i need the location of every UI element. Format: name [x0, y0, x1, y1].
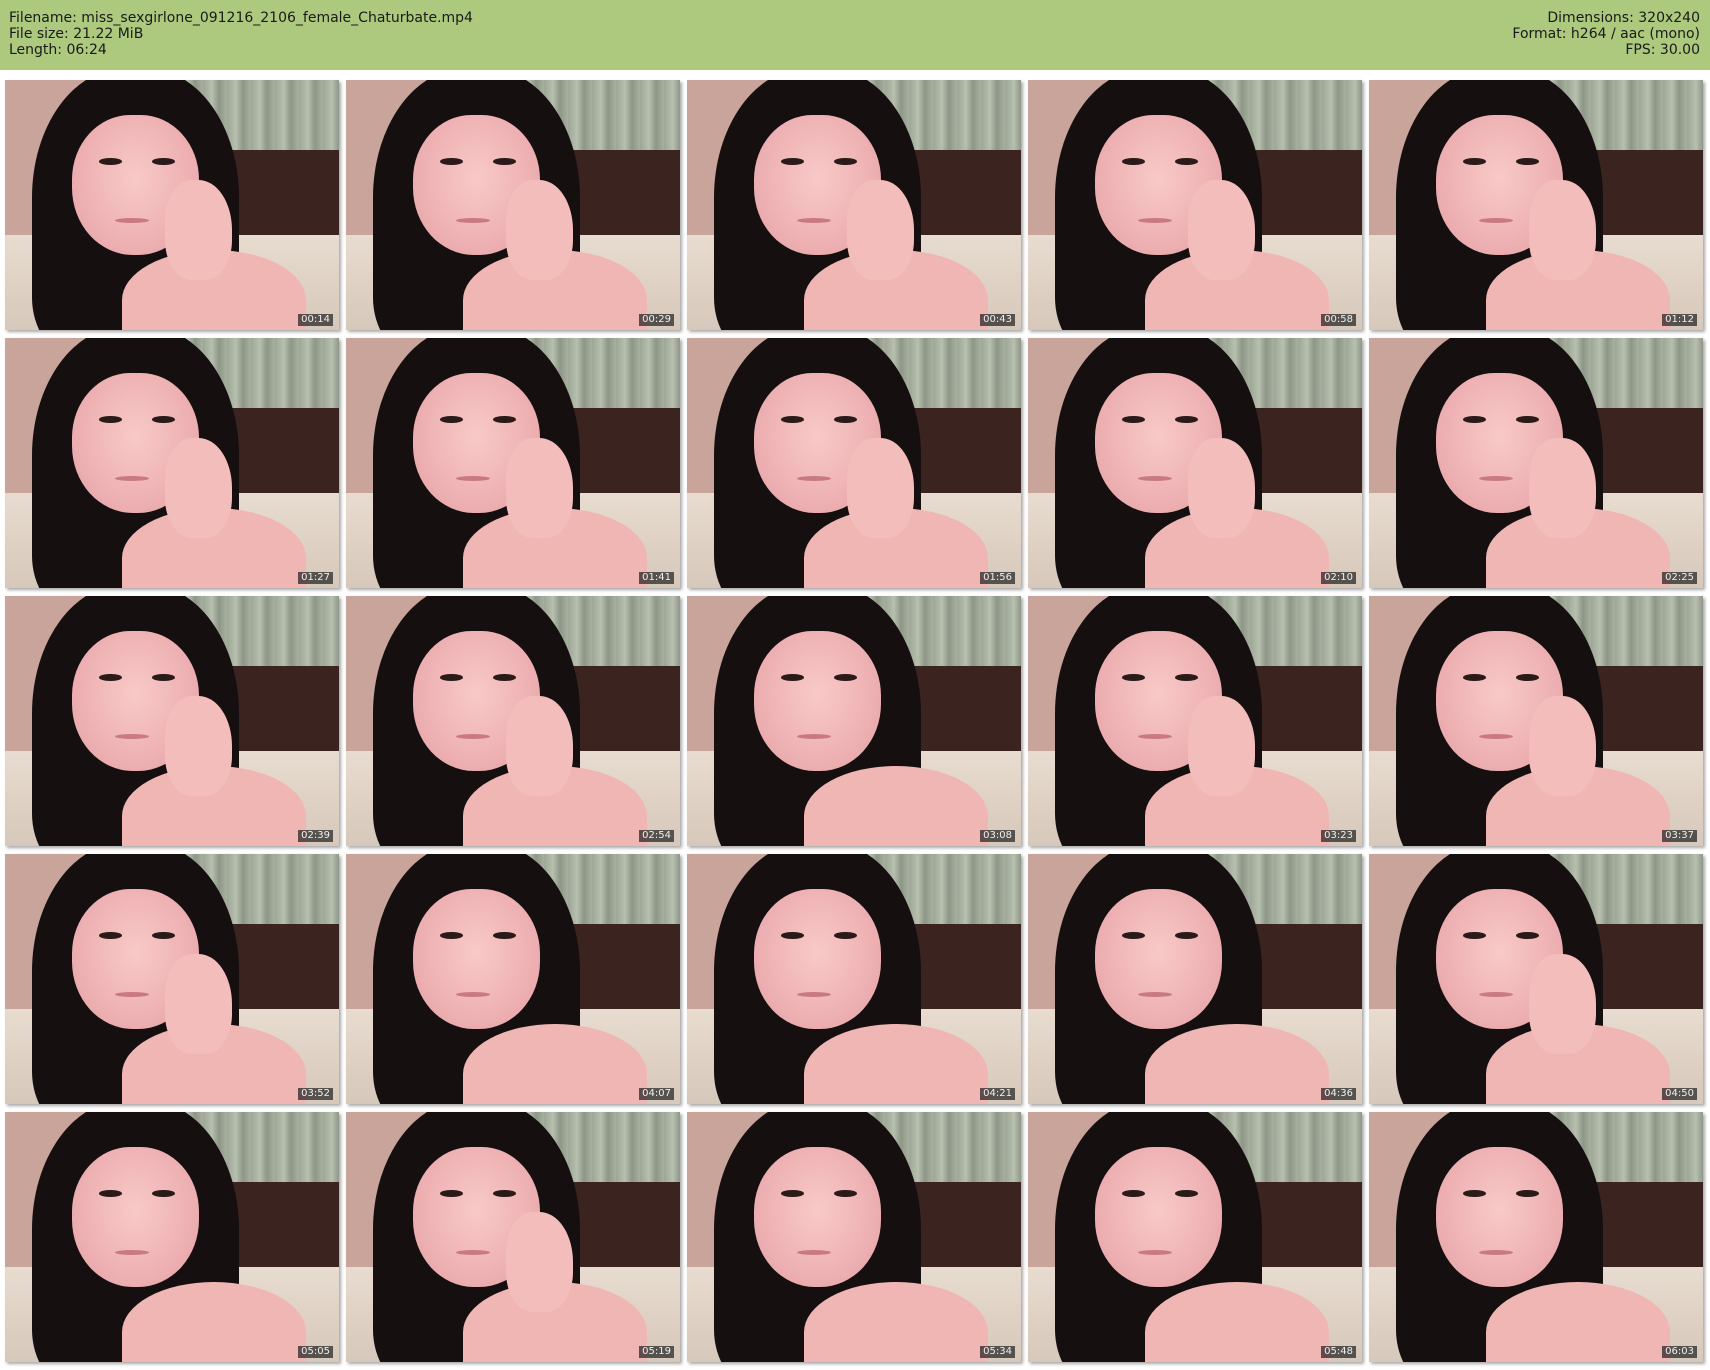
video-thumbnail[interactable]: 01:12: [1369, 80, 1703, 330]
video-thumbnail[interactable]: 00:14: [5, 80, 339, 330]
video-thumbnail[interactable]: 04:50: [1369, 854, 1703, 1104]
video-thumbnail[interactable]: 03:08: [687, 596, 1021, 846]
timestamp-label: 03:52: [298, 1088, 333, 1100]
video-thumbnail[interactable]: 02:54: [346, 596, 680, 846]
video-thumbnail[interactable]: 00:58: [1028, 80, 1362, 330]
timestamp-label: 02:39: [298, 830, 333, 842]
thumbnail-grid: 00:14 00:29 00:43 00:58 01:12 01:27 01:4…: [0, 0, 1710, 1370]
video-thumbnail[interactable]: 04:07: [346, 854, 680, 1104]
timestamp-label: 04:07: [639, 1088, 674, 1100]
video-thumbnail[interactable]: 00:43: [687, 80, 1021, 330]
video-thumbnail[interactable]: 06:03: [1369, 1112, 1703, 1362]
video-thumbnail[interactable]: 02:39: [5, 596, 339, 846]
video-thumbnail[interactable]: 00:29: [346, 80, 680, 330]
timestamp-label: 05:34: [980, 1346, 1015, 1358]
timestamp-label: 04:36: [1321, 1088, 1356, 1100]
timestamp-label: 05:05: [298, 1346, 333, 1358]
timestamp-label: 04:50: [1662, 1088, 1697, 1100]
timestamp-label: 00:29: [639, 314, 674, 326]
timestamp-label: 00:43: [980, 314, 1015, 326]
timestamp-label: 03:08: [980, 830, 1015, 842]
timestamp-label: 03:37: [1662, 830, 1697, 842]
video-thumbnail[interactable]: 03:23: [1028, 596, 1362, 846]
video-thumbnail[interactable]: 02:25: [1369, 338, 1703, 588]
video-thumbnail[interactable]: 05:48: [1028, 1112, 1362, 1362]
video-thumbnail[interactable]: 02:10: [1028, 338, 1362, 588]
timestamp-label: 02:54: [639, 830, 674, 842]
video-thumbnail[interactable]: 01:41: [346, 338, 680, 588]
timestamp-label: 00:58: [1321, 314, 1356, 326]
timestamp-label: 00:14: [298, 314, 333, 326]
timestamp-label: 05:19: [639, 1346, 674, 1358]
video-thumbnail[interactable]: 01:27: [5, 338, 339, 588]
video-thumbnail[interactable]: 05:19: [346, 1112, 680, 1362]
video-thumbnail[interactable]: 04:21: [687, 854, 1021, 1104]
timestamp-label: 01:27: [298, 572, 333, 584]
timestamp-label: 04:21: [980, 1088, 1015, 1100]
timestamp-label: 01:12: [1662, 314, 1697, 326]
timestamp-label: 01:41: [639, 572, 674, 584]
video-thumbnail[interactable]: 03:37: [1369, 596, 1703, 846]
video-thumbnail[interactable]: 05:34: [687, 1112, 1021, 1362]
timestamp-label: 02:25: [1662, 572, 1697, 584]
video-thumbnail[interactable]: 04:36: [1028, 854, 1362, 1104]
video-thumbnail[interactable]: 03:52: [5, 854, 339, 1104]
timestamp-label: 05:48: [1321, 1346, 1356, 1358]
timestamp-label: 02:10: [1321, 572, 1356, 584]
timestamp-label: 01:56: [980, 572, 1015, 584]
timestamp-label: 06:03: [1662, 1346, 1697, 1358]
video-thumbnail[interactable]: 05:05: [5, 1112, 339, 1362]
video-thumbnail[interactable]: 01:56: [687, 338, 1021, 588]
timestamp-label: 03:23: [1321, 830, 1356, 842]
